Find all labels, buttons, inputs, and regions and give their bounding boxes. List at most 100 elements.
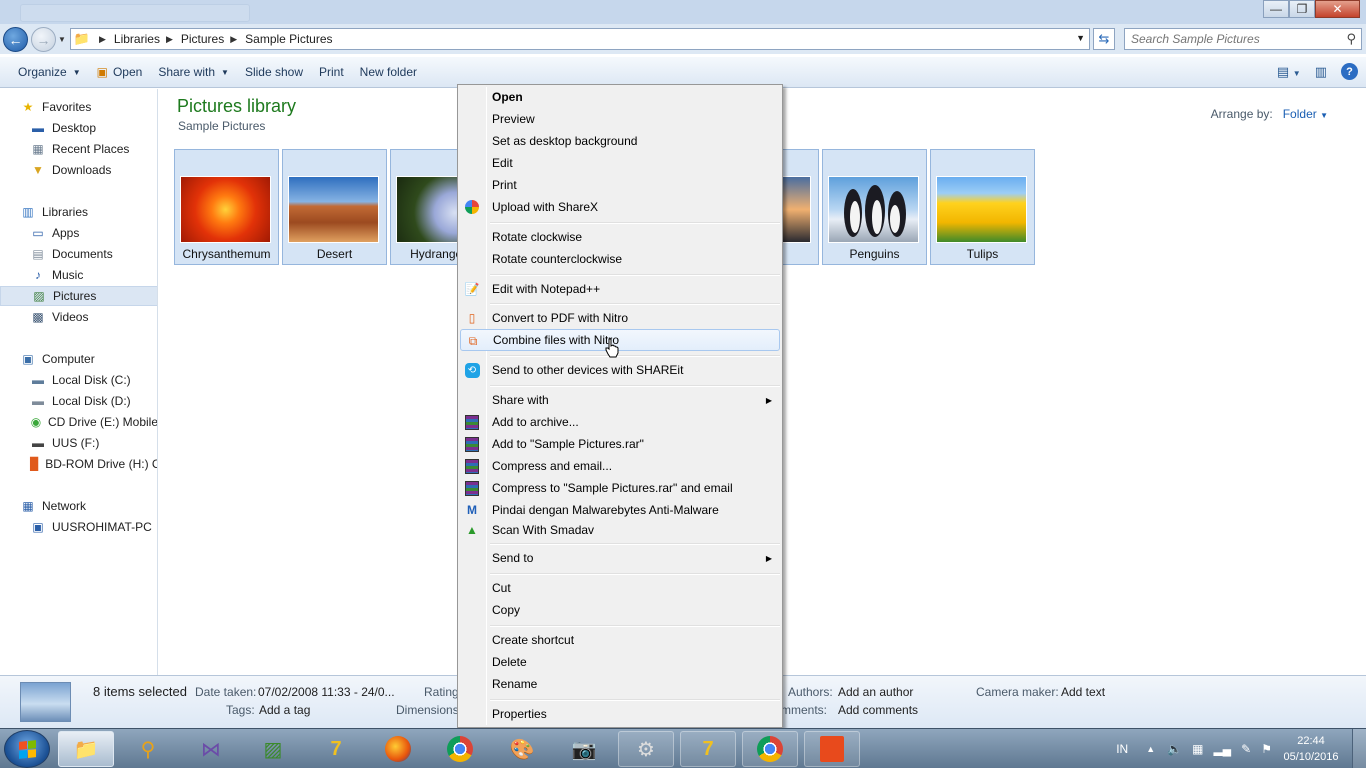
tags-value[interactable]: Add a tag xyxy=(259,703,310,717)
nav-favorites[interactable]: ★ Favorites xyxy=(0,97,157,117)
search-input[interactable] xyxy=(1125,29,1325,49)
menu-item-share-with[interactable]: Share with ▶ xyxy=(460,389,780,411)
file-item[interactable]: Penguins xyxy=(822,149,927,265)
taskbar-paint[interactable]: 🎨 xyxy=(494,731,550,767)
nav-cd-drive[interactable]: ◉ CD Drive (E:) Mobile xyxy=(0,412,157,432)
nav-apps[interactable]: ▭ Apps xyxy=(0,223,157,243)
nav-recent-places[interactable]: ▦ Recent Places xyxy=(0,139,157,159)
taskbar-firefox[interactable] xyxy=(370,731,426,767)
authors-value[interactable]: Add an author xyxy=(838,685,913,699)
menu-item-copy[interactable]: Copy xyxy=(460,599,780,621)
breadcrumb-pictures[interactable]: Pictures xyxy=(181,32,224,46)
file-item[interactable]: Chrysanthemum xyxy=(174,149,279,265)
new-folder-button[interactable]: New folder xyxy=(352,65,425,79)
nav-desktop[interactable]: ▬ Desktop xyxy=(0,118,157,138)
menu-item-send-to[interactable]: Send to ▶ xyxy=(460,547,780,569)
date-taken-value[interactable]: 07/02/2008 11:33 - 24/0... xyxy=(258,685,395,699)
slide-show-button[interactable]: Slide show xyxy=(237,65,311,79)
menu-item-edit[interactable]: Edit xyxy=(460,152,780,174)
volume-icon[interactable]: 🔈 xyxy=(1167,742,1182,756)
comments-value[interactable]: Add comments xyxy=(838,703,918,717)
nav-bd-rom[interactable]: ▉ BD-ROM Drive (H:) C xyxy=(0,454,157,474)
nav-documents[interactable]: ▤ Documents xyxy=(0,244,157,264)
maximize-button[interactable]: ❐ xyxy=(1289,0,1315,18)
language-indicator[interactable]: IN xyxy=(1116,742,1128,756)
nav-network[interactable]: ▦ Network xyxy=(0,496,157,516)
signal-icon[interactable]: ▂▄ xyxy=(1213,742,1231,756)
address-dropdown-icon[interactable]: ▼ xyxy=(1076,33,1085,43)
menu-item-properties[interactable]: Properties xyxy=(460,703,780,725)
refresh-button[interactable]: ⇆ xyxy=(1093,28,1115,50)
taskbar-app-1[interactable]: ⚙ xyxy=(618,731,674,767)
back-button[interactable]: ← xyxy=(3,27,28,52)
file-item[interactable]: Desert xyxy=(282,149,387,265)
menu-item-cut[interactable]: Cut xyxy=(460,577,780,599)
organize-button[interactable]: Organize ▼ xyxy=(10,65,89,79)
menu-item-open[interactable]: Open xyxy=(460,86,780,108)
menu-item-add-archive[interactable]: Add to archive... xyxy=(460,411,780,433)
file-item[interactable]: Tulips xyxy=(930,149,1035,265)
chevron-right-icon[interactable]: ▶ xyxy=(166,34,173,45)
chevron-right-icon[interactable]: ▶ xyxy=(99,34,106,45)
nav-local-disk-c[interactable]: ▬ Local Disk (C:) xyxy=(0,370,157,390)
taskbar-chrome-2[interactable] xyxy=(742,731,798,767)
menu-item-preview[interactable]: Preview xyxy=(460,108,780,130)
nav-libraries[interactable]: ▥ Libraries xyxy=(0,202,157,222)
arrange-dropdown[interactable]: Folder ▼ xyxy=(1283,107,1328,121)
taskbar-chart-app[interactable]: ▨ xyxy=(245,731,301,767)
show-hidden-icons-icon[interactable]: ▲ xyxy=(1146,744,1155,754)
preview-pane-icon[interactable]: ▥ xyxy=(1315,64,1327,80)
pen-icon[interactable]: ✎ xyxy=(1241,742,1251,756)
print-button[interactable]: Print xyxy=(311,65,352,79)
menu-item-notepad[interactable]: 📝 Edit with Notepad++ xyxy=(460,278,780,300)
action-center-icon[interactable]: ⚑ xyxy=(1261,742,1272,756)
menu-item-rotate-counterclockwise[interactable]: Rotate counterclockwise xyxy=(460,248,780,270)
menu-item-malwarebytes[interactable]: M Pindai dengan Malwarebytes Anti-Malware xyxy=(460,499,780,521)
menu-item-print[interactable]: Print xyxy=(460,174,780,196)
menu-item-add-rar[interactable]: Add to "Sample Pictures.rar" xyxy=(460,433,780,455)
taskbar-explorer[interactable]: 📁 xyxy=(58,731,114,767)
menu-item-create-shortcut[interactable]: Create shortcut xyxy=(460,629,780,651)
chevron-right-icon[interactable]: ▶ xyxy=(230,34,237,45)
taskbar-visual-studio[interactable]: ⋈ xyxy=(183,731,239,767)
taskbar-search-app[interactable]: ⚲ xyxy=(120,731,176,767)
nav-local-disk-d[interactable]: ▬ Local Disk (D:) xyxy=(0,391,157,411)
share-with-button[interactable]: Share with ▼ xyxy=(150,65,237,79)
menu-item-upload-sharex[interactable]: Upload with ShareX xyxy=(460,196,780,218)
start-button[interactable] xyxy=(4,730,50,768)
menu-item-delete[interactable]: Delete xyxy=(460,651,780,673)
nav-uus-drive[interactable]: ▬ UUS (F:) xyxy=(0,433,157,453)
taskbar-office[interactable] xyxy=(804,731,860,767)
taskbar-camera[interactable]: 📷 xyxy=(556,731,612,767)
nav-pictures[interactable]: ▨ Pictures xyxy=(0,286,157,306)
taskbar-app-2[interactable]: 7 xyxy=(680,731,736,767)
camera-maker-value[interactable]: Add text xyxy=(1061,685,1105,699)
change-view-icon[interactable]: ▤ ▼ xyxy=(1277,64,1301,80)
nav-downloads[interactable]: ▼ Downloads xyxy=(0,160,157,180)
close-button[interactable]: ✕ xyxy=(1315,0,1360,18)
menu-item-rotate-clockwise[interactable]: Rotate clockwise xyxy=(460,226,780,248)
forward-button[interactable]: → xyxy=(31,27,56,52)
nav-music[interactable]: ♪ Music xyxy=(0,265,157,285)
menu-item-convert-pdf[interactable]: ▯ Convert to PDF with Nitro xyxy=(460,307,780,329)
menu-item-compress-rar-email[interactable]: Compress to "Sample Pictures.rar" and em… xyxy=(460,477,780,499)
menu-item-set-background[interactable]: Set as desktop background xyxy=(460,130,780,152)
breadcrumb-sample-pictures[interactable]: Sample Pictures xyxy=(245,32,332,46)
help-icon[interactable]: ? xyxy=(1341,63,1358,80)
breadcrumb-libraries[interactable]: Libraries xyxy=(114,32,160,46)
search-box[interactable]: ⚲ xyxy=(1124,28,1362,50)
network-status-icon[interactable]: ▦ xyxy=(1192,742,1203,756)
menu-item-compress-email[interactable]: Compress and email... xyxy=(460,455,780,477)
nav-pc[interactable]: ▣ UUSROHIMAT-PC xyxy=(0,517,157,537)
menu-item-smadav[interactable]: ▲ Scan With Smadav xyxy=(460,519,780,541)
nav-videos[interactable]: ▩ Videos xyxy=(0,307,157,327)
minimize-button[interactable]: — xyxy=(1263,0,1289,18)
address-bar[interactable]: 📁 ▶ Libraries ▶ Pictures ▶ Sample Pictur… xyxy=(70,28,1090,50)
menu-item-shareit[interactable]: ⟲ Send to other devices with SHAREit xyxy=(460,359,780,381)
clock[interactable]: 22:44 05/10/2016 xyxy=(1276,733,1346,765)
recent-pages-dropdown[interactable]: ▼ xyxy=(58,35,66,44)
nav-computer[interactable]: ▣ Computer xyxy=(0,349,157,369)
taskbar-7zip[interactable]: 7 xyxy=(308,731,364,767)
menu-item-combine-nitro[interactable]: ⧉ Combine files with Nitro xyxy=(460,329,780,351)
show-desktop-button[interactable] xyxy=(1352,729,1366,768)
